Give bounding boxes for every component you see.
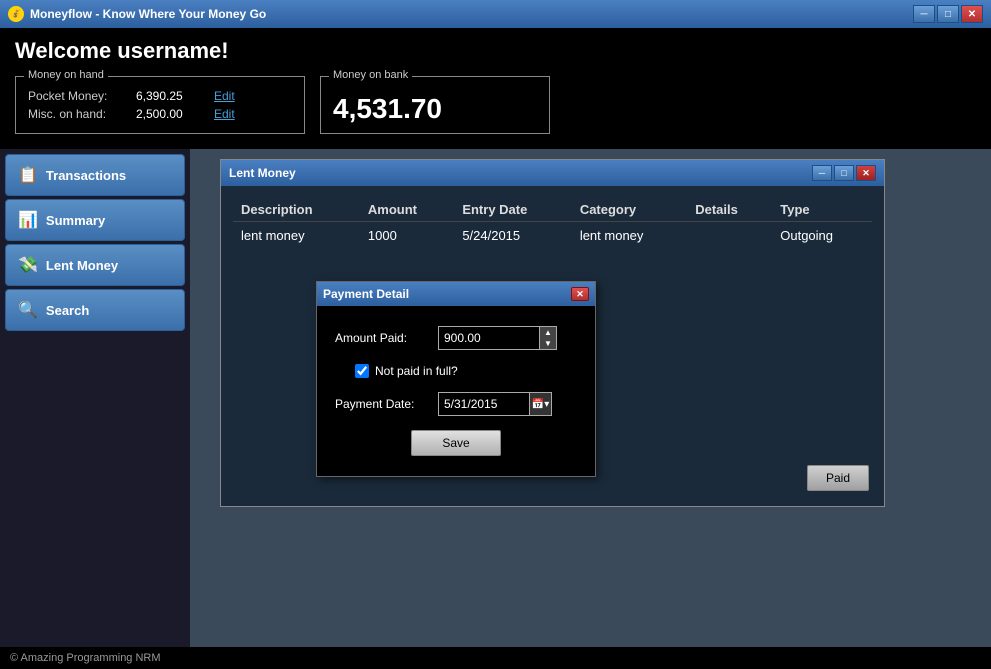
dialog-body: Amount Paid: ▲ ▼: [317, 306, 595, 476]
save-button[interactable]: Save: [411, 430, 500, 456]
col-amount: Amount: [360, 198, 454, 222]
pocket-money-label: Pocket Money:: [28, 89, 128, 103]
col-entry-date: Entry Date: [454, 198, 572, 222]
lent-money-minimize[interactable]: ─: [812, 165, 832, 181]
payment-date-input[interactable]: [439, 394, 529, 414]
not-paid-row: Not paid in full?: [335, 364, 577, 378]
app-icon: 💰: [8, 6, 24, 22]
money-on-bank-label: Money on bank: [329, 69, 412, 81]
pocket-money-row: Pocket Money: 6,390.25 Edit: [28, 89, 292, 103]
col-type: Type: [772, 198, 872, 222]
lent-money-title-bar: Lent Money ─ □ ✕: [221, 160, 884, 186]
payment-date-label: Payment Date:: [335, 397, 430, 411]
footer: © Amazing Programming NRM: [0, 647, 991, 669]
content-area: 📋 Transactions 📊 Summary 💸 Lent Money 🔍 …: [0, 149, 991, 647]
main-content: Lent Money ─ □ ✕ Description Amount E: [190, 149, 991, 647]
minimize-button[interactable]: ─: [913, 5, 935, 23]
sidebar-item-lent-money[interactable]: 💸 Lent Money: [5, 244, 185, 286]
dialog-title: Payment Detail: [323, 287, 409, 301]
payment-dialog: Payment Detail ✕ Amount Paid: ▲ ▼: [316, 281, 596, 477]
summary-label: Summary: [46, 213, 105, 228]
lent-money-icon: 💸: [18, 255, 38, 275]
col-category: Category: [572, 198, 687, 222]
lent-money-body: Description Amount Entry Date Category D…: [221, 186, 884, 506]
lent-money-window-title: Lent Money: [229, 166, 296, 180]
not-paid-checkbox[interactable]: [355, 364, 369, 378]
app-body: Welcome username! Money on hand Pocket M…: [0, 28, 991, 669]
col-description: Description: [233, 198, 360, 222]
misc-on-hand-value: 2,500.00: [136, 107, 206, 121]
payment-date-row: Payment Date: 📅▾: [335, 392, 577, 416]
sidebar: 📋 Transactions 📊 Summary 💸 Lent Money 🔍 …: [0, 149, 190, 647]
row-entry-date: 5/24/2015: [454, 222, 572, 250]
table-row[interactable]: lent money 1000 5/24/2015 lent money Out…: [233, 222, 872, 250]
sidebar-item-summary[interactable]: 📊 Summary: [5, 199, 185, 241]
row-amount: 1000: [360, 222, 454, 250]
amount-paid-input-container: ▲ ▼: [438, 326, 557, 350]
dialog-title-bar: Payment Detail ✕: [317, 282, 595, 306]
copyright-text: © Amazing Programming NRM: [10, 652, 161, 664]
amount-paid-row: Amount Paid: ▲ ▼: [335, 326, 577, 350]
misc-money-row: Misc. on hand: 2,500.00 Edit: [28, 107, 292, 121]
amount-paid-input[interactable]: [439, 328, 539, 348]
transactions-icon: 📋: [18, 165, 38, 185]
app-title: Moneyflow - Know Where Your Money Go: [30, 7, 266, 21]
col-details: Details: [687, 198, 772, 222]
lent-money-close[interactable]: ✕: [856, 165, 876, 181]
payment-date-input-container: 📅▾: [438, 392, 552, 416]
row-category: lent money: [572, 222, 687, 250]
amount-up-button[interactable]: ▲: [540, 327, 556, 338]
summary-icon: 📊: [18, 210, 38, 230]
maximize-button[interactable]: □: [937, 5, 959, 23]
header: Welcome username! Money on hand Pocket M…: [0, 28, 991, 149]
lent-money-window-controls: ─ □ ✕: [812, 165, 876, 181]
money-on-bank-panel: Money on bank 4,531.70: [320, 76, 550, 134]
title-bar-controls: ─ □ ✕: [913, 5, 983, 23]
transactions-label: Transactions: [46, 168, 126, 183]
lent-money-window: Lent Money ─ □ ✕ Description Amount E: [220, 159, 885, 507]
amount-paid-label: Amount Paid:: [335, 331, 430, 345]
lent-money-table: Description Amount Entry Date Category D…: [233, 198, 872, 249]
save-btn-row: Save: [335, 430, 577, 456]
money-on-hand-label: Money on hand: [24, 69, 108, 81]
lent-money-label: Lent Money: [46, 258, 118, 273]
search-icon: 🔍: [18, 300, 38, 320]
title-bar-left: 💰 Moneyflow - Know Where Your Money Go: [8, 6, 266, 22]
bank-amount: 4,531.70: [333, 93, 537, 125]
amount-spinners: ▲ ▼: [539, 327, 556, 349]
pocket-money-value: 6,390.25: [136, 89, 206, 103]
sidebar-item-transactions[interactable]: 📋 Transactions: [5, 154, 185, 196]
misc-on-hand-label: Misc. on hand:: [28, 107, 128, 121]
pocket-money-edit[interactable]: Edit: [214, 89, 235, 103]
amount-down-button[interactable]: ▼: [540, 338, 556, 349]
close-button[interactable]: ✕: [961, 5, 983, 23]
money-on-hand-panel: Money on hand Pocket Money: 6,390.25 Edi…: [15, 76, 305, 134]
row-description: lent money: [233, 222, 360, 250]
search-label: Search: [46, 303, 89, 318]
title-bar: 💰 Moneyflow - Know Where Your Money Go ─…: [0, 0, 991, 28]
paid-button[interactable]: Paid: [807, 465, 869, 491]
lent-money-maximize[interactable]: □: [834, 165, 854, 181]
misc-money-edit[interactable]: Edit: [214, 107, 235, 121]
dialog-close-button[interactable]: ✕: [571, 287, 589, 301]
money-panels: Money on hand Pocket Money: 6,390.25 Edi…: [15, 76, 976, 134]
row-type: Outgoing: [772, 222, 872, 250]
not-paid-label: Not paid in full?: [375, 364, 458, 378]
date-picker-button[interactable]: 📅▾: [529, 393, 551, 415]
welcome-text: Welcome username!: [15, 38, 976, 64]
sidebar-item-search[interactable]: 🔍 Search: [5, 289, 185, 331]
row-details: [687, 222, 772, 250]
